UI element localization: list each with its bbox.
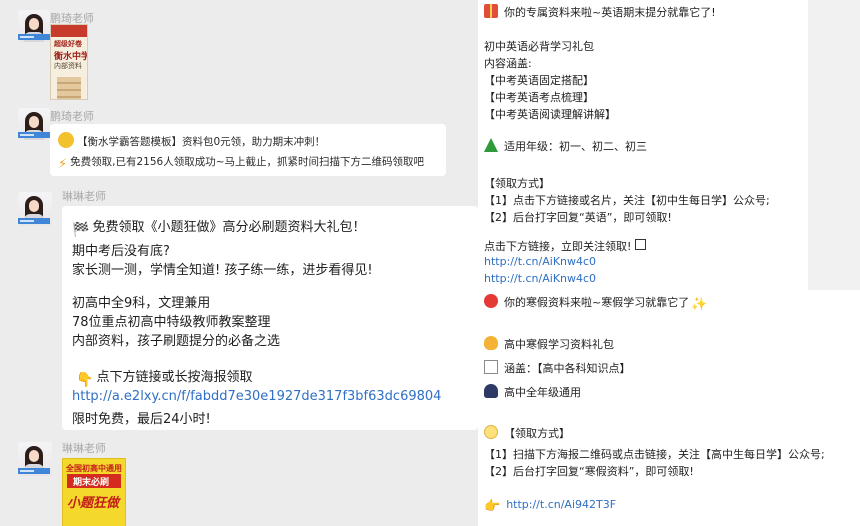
pack-title-text: 高中寒假学习资料礼包 xyxy=(504,338,614,351)
method-step: 【1】扫描下方海报二维码或点击链接，关注【高中生每日学】公众号; xyxy=(484,448,825,461)
promo-link[interactable]: http://t.cn/Ai942T3F xyxy=(506,498,616,511)
block2-headline: 你的寒假资料来啦~寒假学习就靠它了 ✨ xyxy=(484,294,707,312)
poster-image[interactable]: 全国初高中通用 期末必刷 小题狂做 xyxy=(62,458,126,526)
clapping-hands-icon xyxy=(484,336,498,350)
block1-headline: 你的专属资料来啦~英语期末提分就靠它了! xyxy=(484,4,716,20)
method-title-text: 【领取方式】 xyxy=(504,427,570,440)
message-line: 家长测一测，学情全知道! 孩子练一练，进步看得见! xyxy=(72,263,373,278)
checkered-flag-icon: 🏁 xyxy=(72,222,90,238)
follow-link[interactable]: http://t.cn/AiKnw4c0 xyxy=(484,272,596,285)
contents-label: 内容涵盖: xyxy=(484,57,532,70)
message-bubble[interactable]: 🏁 免费领取《小题狂做》高分必刷题资料大礼包！ 期中考后没有底? 家长测一测，学情… xyxy=(62,206,478,430)
contents-text: 涵盖：【高中各科知识点】 xyxy=(504,362,631,375)
christmas-tree-icon xyxy=(484,138,498,152)
grades-text: 高中全年级通用 xyxy=(504,386,581,399)
message-line: 初高中全9科，文理兼用 xyxy=(72,296,211,311)
headline-text: 你的专属资料来啦~英语期末提分就靠它了! xyxy=(504,6,716,19)
pointing-right-icon: 👉 xyxy=(484,499,501,514)
method-step: 【1】点击下方链接或名片，关注【初中生每日学】公众号; xyxy=(484,194,770,207)
method-step: 【2】后台打字回复“寒假资料”，即可领取! xyxy=(484,465,694,478)
message-line: 内部资料，孩子刷题提分的必备之选 xyxy=(72,334,281,349)
follow-text: 点击下方链接，立即关注领取! xyxy=(484,240,632,253)
method-title: 【领取方式】 xyxy=(484,425,570,441)
red-circle-icon xyxy=(484,294,498,308)
poster-image[interactable]: 超级好卷 衡水中学 内部资料 xyxy=(50,24,88,100)
contents-item: 【中考英语考点梳理】 xyxy=(484,91,594,104)
lightning-icon: ⚡ xyxy=(58,157,68,172)
pack-title: 高中寒假学习资料礼包 xyxy=(484,336,614,352)
contents-item: 【中考英语阅读理解讲解】 xyxy=(484,108,616,121)
link-line: 👉 http://t.cn/Ai942T3F xyxy=(484,498,616,514)
sender-name: 琳琳老师 xyxy=(62,442,106,455)
smile-face-icon xyxy=(58,132,74,148)
chat-panel: 鹏琦老师 超级好卷 衡水中学 内部资料 鹏琦老师 【衡水学霸答题模板】资料包0元… xyxy=(0,0,478,526)
sender-name: 琳琳老师 xyxy=(62,190,106,203)
poster-line: 期末必刷 xyxy=(73,478,110,488)
poster-line: 小题狂做 xyxy=(67,496,120,511)
grades-line: 适用年级：初一、初二、初三 xyxy=(484,138,647,154)
message-cta: 👇 点下方链接或长按海报领取 xyxy=(76,366,252,388)
poster-line: 超级好卷 xyxy=(54,40,82,48)
method-title: 【领取方式】 xyxy=(484,177,550,190)
message-cta-text: 点下方链接或长按海报领取 xyxy=(96,370,253,385)
square-icon xyxy=(635,239,647,250)
contents-line: 涵盖：【高中各科知识点】 xyxy=(484,360,631,376)
avatar[interactable] xyxy=(18,108,50,140)
promo-panel: 你的专属资料来啦~英语期末提分就靠它了! 初中英语必背学习礼包 内容涵盖: 【中… xyxy=(478,0,860,526)
contents-item: 【中考英语固定搭配】 xyxy=(484,74,594,87)
pack-title: 初中英语必背学习礼包 xyxy=(484,40,594,53)
message-text: 免费领取,已有2156人领取成功~马上截止，抓紧时间扫描下方二维码领取吧 xyxy=(70,156,424,168)
follow-link[interactable]: http://t.cn/AiKnw4c0 xyxy=(484,255,596,268)
pointing-down-icon: 👇 xyxy=(76,372,94,388)
message-text: 【衡水学霸答题模板】资料包0元领，助力期末冲刺！ xyxy=(77,136,326,148)
right-edge-strip xyxy=(808,0,860,290)
poster-line: 全国初高中通用 xyxy=(66,464,122,473)
message-title-text: 免费领取《小题狂做》高分必刷题资料大礼包！ xyxy=(92,220,366,235)
message-line: 期中考后没有底? xyxy=(72,244,170,259)
light-bulb-icon xyxy=(484,425,498,439)
message-line: 【衡水学霸答题模板】资料包0元领，助力期末冲刺！ xyxy=(58,132,325,149)
grades-text: 适用年级：初一、初二、初三 xyxy=(504,140,647,153)
memo-icon xyxy=(484,360,498,374)
poster-line: 内部资料 xyxy=(54,62,82,70)
method-step: 【2】后台打字回复“英语”，即可领取! xyxy=(484,211,672,224)
gift-icon xyxy=(484,4,498,18)
grades-line: 高中全年级通用 xyxy=(484,384,581,400)
follow-line: 点击下方链接，立即关注领取! xyxy=(484,238,647,254)
avatar[interactable] xyxy=(18,10,50,42)
message-line: 78位重点初高中特级教师教案整理 xyxy=(72,315,271,330)
message-bubble[interactable]: 【衡水学霸答题模板】资料包0元领，助力期末冲刺！ ⚡ 免费领取,已有2156人领取… xyxy=(50,124,446,176)
avatar[interactable] xyxy=(18,442,52,476)
student-icon xyxy=(484,384,498,398)
promo-link[interactable]: http://a.e2lxy.cn/f/fabdd7e30e1927de317f… xyxy=(72,389,441,404)
message-line: ⚡ 免费领取,已有2156人领取成功~马上截止，抓紧时间扫描下方二维码领取吧 xyxy=(58,154,424,172)
message-title: 🏁 免费领取《小题狂做》高分必刷题资料大礼包！ xyxy=(72,216,365,238)
avatar[interactable] xyxy=(18,192,52,226)
message-footer: 限时免费，最后24小时! xyxy=(72,412,211,427)
sparkles-icon: ✨ xyxy=(691,297,708,312)
headline-text: 你的寒假资料来啦~寒假学习就靠它了 xyxy=(504,296,690,309)
sender-name: 鹏琦老师 xyxy=(50,110,94,123)
